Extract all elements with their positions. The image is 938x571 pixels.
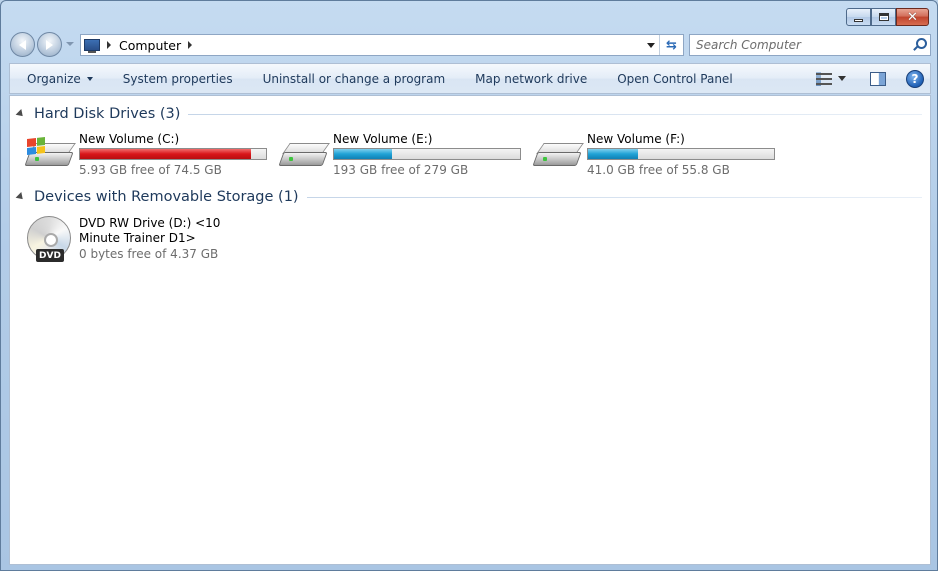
breadcrumb-chevron-icon[interactable] (188, 41, 193, 49)
system-properties-button[interactable]: System properties (108, 64, 248, 93)
free-space-text: 193 GB free of 279 GB (333, 163, 469, 177)
breadcrumb-chevron-icon[interactable] (107, 41, 111, 49)
drive-name: New Volume (F:) (587, 132, 685, 146)
back-button[interactable] (10, 32, 35, 57)
drive-item-c[interactable]: New Volume (C:) 5.93 GB free of 74.5 GB (24, 132, 275, 177)
drive-name: New Volume (E:) (333, 132, 433, 146)
group-title: Hard Disk Drives (3) (34, 106, 181, 122)
back-arrow-icon (19, 39, 26, 50)
group-divider (188, 113, 922, 115)
dvd-badge: DVD (36, 249, 64, 262)
chevron-down-icon (86, 76, 93, 81)
free-space-text: 41.0 GB free of 55.8 GB (587, 163, 730, 177)
collapse-arrow-icon[interactable] (15, 192, 26, 202)
explorer-window: ✕ Computer ⇆ Organize System properties … (0, 0, 938, 571)
uninstall-program-button[interactable]: Uninstall or change a program (248, 64, 461, 93)
group-header-removable[interactable]: Devices with Removable Storage (1) (10, 187, 922, 207)
close-icon: ✕ (907, 9, 918, 25)
navigation-bar: Computer ⇆ (9, 32, 931, 58)
free-space-text: 0 bytes free of 4.37 GB (79, 247, 219, 261)
group-header-hard-disks[interactable]: Hard Disk Drives (3) (10, 104, 922, 124)
free-space-text: 5.93 GB free of 74.5 GB (79, 163, 222, 177)
change-view-icon[interactable] (816, 71, 832, 86)
minimize-icon (854, 18, 863, 22)
collapse-arrow-icon[interactable] (15, 109, 26, 119)
view-options-dropdown[interactable] (838, 76, 846, 81)
group-title: Devices with Removable Storage (1) (34, 189, 299, 205)
drive-item-f[interactable]: New Volume (F:) 41.0 GB free of 55.8 GB (532, 132, 783, 177)
drive-item-d[interactable]: DVD DVD RW Drive (D:) <10 Minute Trainer… (25, 216, 275, 266)
group-divider (306, 196, 922, 198)
recent-pages-dropdown[interactable] (66, 42, 74, 46)
usage-bar-fill (588, 149, 639, 159)
preview-pane-icon[interactable] (870, 71, 886, 86)
search-icon[interactable] (910, 36, 928, 54)
computer-icon (84, 39, 100, 53)
refresh-button[interactable]: ⇆ (659, 35, 683, 55)
hard-drive-icon (278, 140, 330, 172)
usage-bar (587, 148, 775, 160)
usage-bar (79, 148, 267, 160)
command-bar: Organize System properties Uninstall or … (9, 63, 931, 94)
breadcrumb-computer[interactable]: Computer (119, 38, 181, 53)
drive-name: New Volume (C:) (79, 132, 180, 146)
forward-button[interactable] (37, 32, 62, 57)
help-icon[interactable]: ? (906, 69, 924, 88)
maximize-icon (878, 13, 889, 21)
forward-arrow-icon (46, 39, 53, 50)
organize-menu[interactable]: Organize (10, 64, 108, 93)
caption-buttons: ✕ (846, 8, 929, 26)
maximize-button[interactable] (871, 8, 896, 26)
hard-drive-icon (532, 140, 584, 172)
open-control-panel-button[interactable]: Open Control Panel (602, 64, 747, 93)
view-controls: ? (816, 64, 930, 93)
search-box[interactable] (689, 34, 931, 56)
address-history-dropdown[interactable] (647, 43, 655, 48)
usage-bar (333, 148, 521, 160)
windows-drive-icon (24, 137, 76, 172)
address-bar[interactable]: Computer ⇆ (80, 34, 684, 56)
map-network-drive-button[interactable]: Map network drive (460, 64, 602, 93)
drive-name: DVD RW Drive (D:) <10 Minute Trainer D1> (79, 216, 221, 245)
usage-bar-fill (80, 149, 252, 159)
organize-label: Organize (27, 71, 81, 86)
minimize-button[interactable] (846, 8, 871, 26)
drive-item-e[interactable]: New Volume (E:) 193 GB free of 279 GB (278, 132, 529, 177)
usage-bar-fill (334, 149, 392, 159)
close-button[interactable]: ✕ (896, 8, 929, 26)
search-input[interactable] (690, 38, 910, 52)
refresh-icon: ⇆ (666, 37, 677, 53)
file-list-pane: Hard Disk Drives (3) New Volume (C:) 5.9… (9, 95, 931, 565)
